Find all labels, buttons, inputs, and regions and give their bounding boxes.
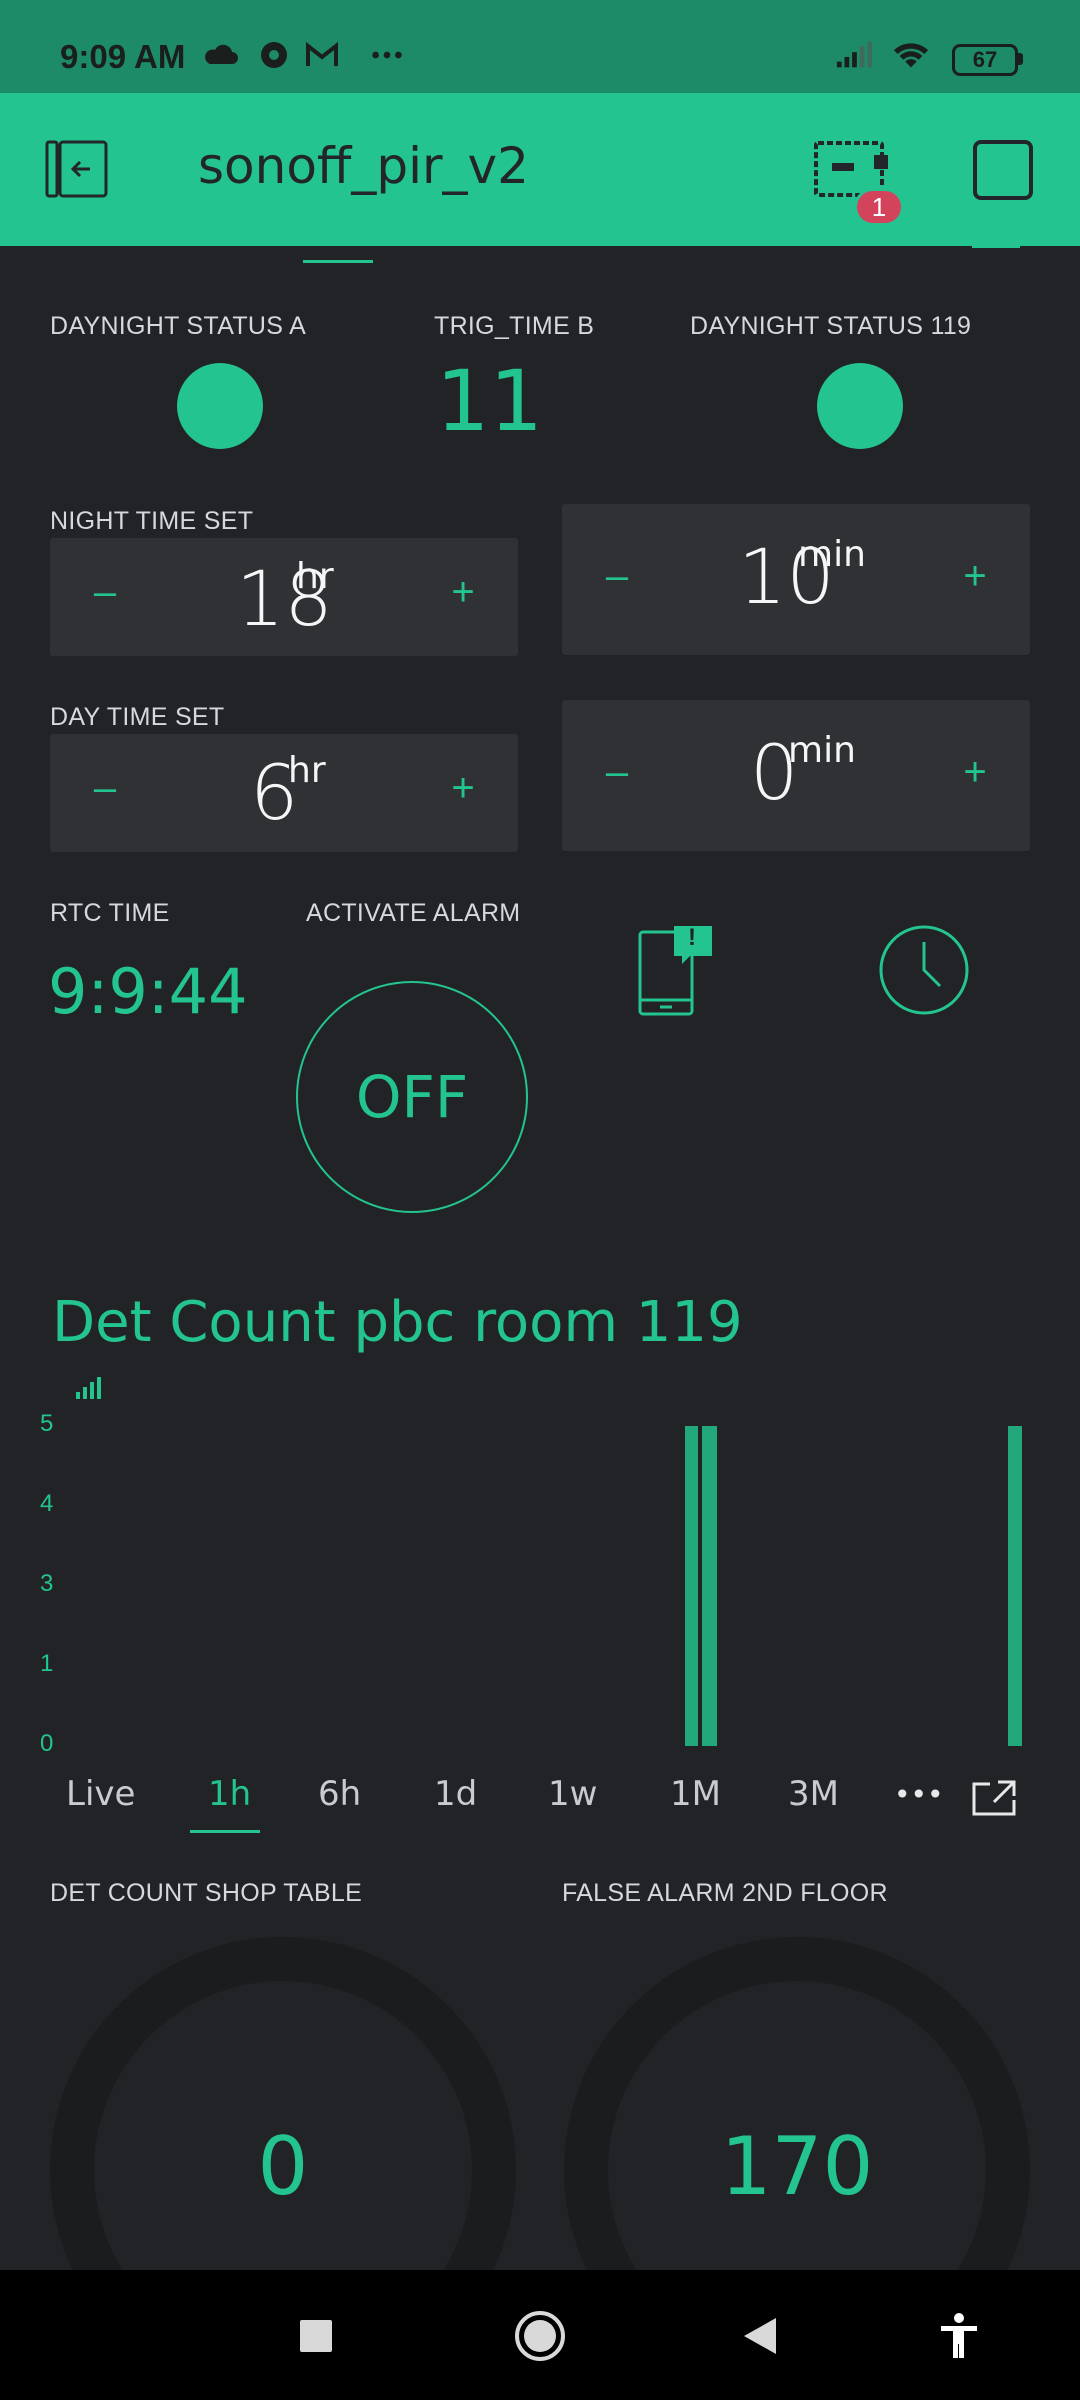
night-min-stepper: – 10 min +	[562, 504, 1030, 655]
night-hr-plus-button[interactable]: +	[438, 570, 488, 615]
period-active-underline	[190, 1830, 260, 1833]
chart-bars-icon	[76, 1377, 101, 1399]
cloud-icon	[205, 44, 238, 64]
period-live[interactable]: Live	[66, 1774, 135, 1814]
period-1w[interactable]: 1w	[548, 1774, 597, 1814]
chart-plot-area	[80, 1426, 1030, 1746]
gauge-right-label: FALSE ALARM 2ND FLOOR	[562, 1879, 888, 1907]
notification-badge-mark: !	[688, 924, 696, 951]
day-min-unit: min	[788, 730, 856, 771]
day-min-stepper: – 0 min +	[562, 700, 1030, 851]
page-indicator	[303, 260, 373, 263]
day-min-minus-button[interactable]: –	[592, 750, 642, 795]
status-bar: 9:09 AM 67	[0, 0, 1080, 93]
y-tick-label: 5	[40, 1410, 54, 1437]
period-1m[interactable]: 1M	[670, 1774, 721, 1814]
battery-icon: 67	[952, 44, 1018, 76]
alarm-label: ACTIVATE ALARM	[306, 899, 521, 927]
night-hr-unit: hr	[296, 556, 334, 597]
led-a-label: DAYNIGHT STATUS A	[50, 312, 307, 340]
y-tick-label: 1	[40, 1650, 54, 1677]
navigation-bar	[0, 2270, 1080, 2400]
y-tick-label: 4	[40, 1490, 54, 1517]
day-hr-plus-button[interactable]: +	[438, 766, 488, 811]
wifi-icon	[893, 43, 929, 68]
gauge-right-value: 170	[720, 2120, 874, 2213]
rtc-time-value: 9:9:44	[48, 955, 248, 1028]
chrome-icon	[261, 42, 287, 68]
more-dots-icon	[372, 51, 402, 59]
activate-alarm-button[interactable]: OFF	[296, 981, 528, 1213]
period-6h[interactable]: 6h	[318, 1774, 361, 1814]
chart-bar	[1008, 1426, 1022, 1746]
period-1d[interactable]: 1d	[434, 1774, 477, 1814]
y-tick-label: 3	[40, 1570, 54, 1597]
page-indicator-right	[972, 245, 1020, 248]
notification-widget-icon[interactable]	[634, 924, 714, 1018]
chart-title: Det Count pbc room 119	[52, 1290, 743, 1355]
stop-icon[interactable]	[972, 139, 1034, 201]
square-recents-icon[interactable]	[298, 2318, 334, 2354]
more-periods-button[interactable]: •••	[894, 1778, 944, 1811]
night-min-minus-button[interactable]: –	[592, 554, 642, 599]
project-title: sonoff_pir_v2	[198, 137, 529, 195]
night-hr-minus-button[interactable]: –	[80, 570, 130, 615]
exit-icon[interactable]	[44, 139, 110, 199]
clock-icon[interactable]	[878, 924, 970, 1016]
battery-tip	[1018, 53, 1023, 65]
night-time-label: NIGHT TIME SET	[50, 507, 254, 535]
day-hr-stepper: – 6 hr +	[50, 734, 518, 852]
home-circle-icon[interactable]	[514, 2310, 566, 2362]
led-daynight-119	[817, 363, 903, 449]
gauge-left-value: 0	[257, 2120, 309, 2213]
day-hr-unit: hr	[288, 750, 326, 791]
night-hr-stepper: – 18 hr +	[50, 538, 518, 656]
notification-badge: 1	[854, 188, 904, 226]
chart-bar	[702, 1426, 717, 1746]
period-3m[interactable]: 3M	[788, 1774, 839, 1814]
y-tick-label: 0	[40, 1730, 54, 1757]
trig-time-value: 11	[436, 352, 543, 450]
expand-chart-icon[interactable]	[970, 1778, 1018, 1818]
led-daynight-a	[177, 363, 263, 449]
period-1h[interactable]: 1h	[208, 1774, 251, 1814]
trig-time-label: TRIG_TIME B	[434, 312, 595, 340]
day-hr-minus-button[interactable]: –	[80, 766, 130, 811]
status-time: 9:09 AM	[60, 38, 186, 75]
day-time-label: DAY TIME SET	[50, 703, 225, 731]
accessibility-icon[interactable]	[938, 2312, 980, 2360]
rtc-label: RTC TIME	[50, 899, 170, 927]
chart-bar	[685, 1426, 698, 1746]
night-min-plus-button[interactable]: +	[950, 554, 1000, 599]
signal-icon	[836, 41, 873, 68]
gmail-icon	[306, 41, 338, 66]
led-119-label: DAYNIGHT STATUS 119	[690, 312, 972, 340]
gauge-left-label: DET COUNT SHOP TABLE	[50, 1879, 363, 1907]
day-min-plus-button[interactable]: +	[950, 750, 1000, 795]
app-bar: sonoff_pir_v2	[0, 93, 1080, 246]
night-min-unit: min	[798, 534, 866, 575]
back-triangle-icon[interactable]	[740, 2314, 780, 2358]
